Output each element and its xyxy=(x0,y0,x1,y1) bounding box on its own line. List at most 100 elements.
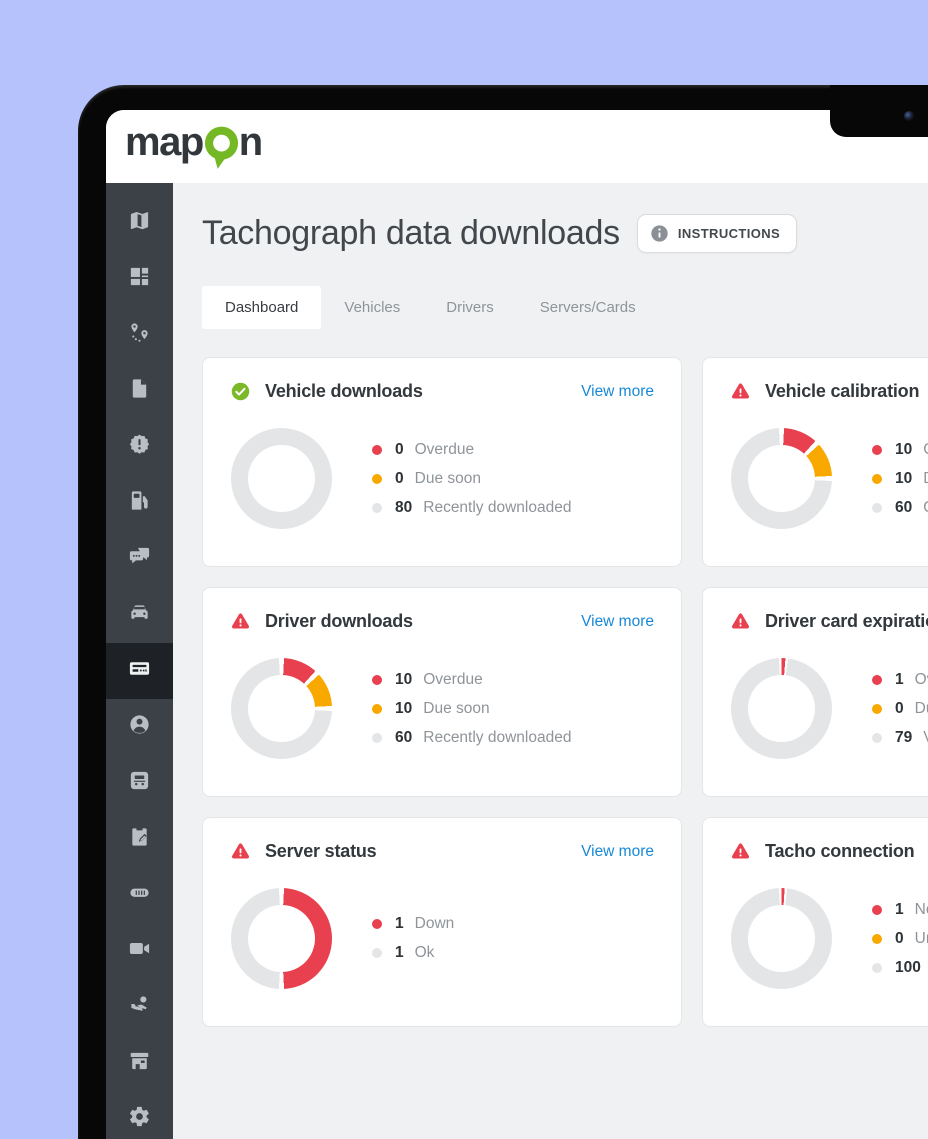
legend-label: Ok xyxy=(415,944,435,962)
card-header: Tacho connection xyxy=(730,841,928,862)
sidebar-item-messages[interactable] xyxy=(106,531,173,587)
logo-text-pre: map xyxy=(125,122,203,162)
legend-item: 100 Ok xyxy=(872,959,928,977)
routes-icon xyxy=(128,321,151,349)
legend-item: 80 Recently downloaded xyxy=(372,499,571,517)
legend-item: 1 No connection xyxy=(872,901,928,919)
card-title: Tacho connection xyxy=(765,841,914,862)
card-header: Server status View more xyxy=(230,841,654,862)
page-title: Tachograph data downloads xyxy=(202,214,620,253)
tasks-icon xyxy=(128,825,151,853)
legend: 1 Overdue 0 Due soon 79 Valid xyxy=(872,671,928,747)
screen: map n xyxy=(106,110,928,1139)
tab-drivers[interactable]: Drivers xyxy=(423,286,517,329)
sidebar-item-dashboard[interactable] xyxy=(106,251,173,307)
legend-label: Down xyxy=(415,915,455,933)
legend-dot xyxy=(872,733,882,743)
legend-value: 10 xyxy=(395,700,412,718)
legend-item: 79 Valid xyxy=(872,729,928,747)
sidebar-item-camera[interactable] xyxy=(106,923,173,979)
card-driver-card-expiration: Driver card expiration 1 Overdue 0 Due s… xyxy=(702,587,928,797)
card-title: Driver card expiration xyxy=(765,611,928,632)
card-body: 1 Down 1 Ok xyxy=(230,888,654,989)
warning-triangle-icon xyxy=(730,841,751,862)
legend-dot xyxy=(872,963,882,973)
legend-item: 0 Overdue xyxy=(372,441,571,459)
sidebar-item-fleet[interactable] xyxy=(106,755,173,811)
legend-item: 1 Ok xyxy=(372,944,454,962)
sidebar-item-drivers[interactable] xyxy=(106,699,173,755)
legend-item: 0 Due soon xyxy=(872,700,928,718)
camera-notch xyxy=(830,85,928,137)
sidebar-item-alerts[interactable] xyxy=(106,419,173,475)
tachograph-icon xyxy=(128,657,151,685)
app-header: map n xyxy=(106,110,928,183)
instructions-button[interactable]: INSTRUCTIONS xyxy=(637,214,797,253)
card-header: Vehicle downloads View more xyxy=(230,381,654,402)
donut-chart xyxy=(231,658,332,759)
warning-triangle-icon xyxy=(730,381,751,402)
tab-vehicles[interactable]: Vehicles xyxy=(321,286,423,329)
legend-dot xyxy=(372,474,382,484)
reader-icon xyxy=(128,881,151,909)
legend-item: 1 Overdue xyxy=(872,671,928,689)
garage-icon xyxy=(128,1049,151,1077)
legend-label: Valid xyxy=(923,729,928,747)
cards-grid: Vehicle downloads View more 0 Overdue 0 … xyxy=(202,357,928,1027)
sidebar-item-tasks[interactable] xyxy=(106,811,173,867)
tab-servers-cards[interactable]: Servers/Cards xyxy=(517,286,659,329)
legend-dot xyxy=(872,503,882,513)
sidebar-item-tachograph[interactable] xyxy=(106,643,173,699)
card-body: 1 No connection 0 Unstable 100 Ok xyxy=(730,888,928,989)
legend-dot xyxy=(872,905,882,915)
legend-item: 1 Down xyxy=(372,915,454,933)
legend-label: Overdue xyxy=(923,441,928,459)
main-content: Tachograph data downloads INSTRUCTIONS D… xyxy=(173,183,928,1139)
legend-label: No connection xyxy=(915,901,928,919)
legend: 10 Overdue 10 Due soon 60 Recently downl… xyxy=(372,671,571,747)
legend-dot xyxy=(372,948,382,958)
legend-dot xyxy=(372,733,382,743)
legend-value: 0 xyxy=(395,470,404,488)
sidebar-item-documents[interactable] xyxy=(106,363,173,419)
card-title: Driver downloads xyxy=(265,611,413,632)
sidebar-item-routes[interactable] xyxy=(106,307,173,363)
legend-label: Due soon xyxy=(423,700,489,718)
legend-value: 60 xyxy=(395,729,412,747)
fleet-icon xyxy=(128,769,151,797)
legend-value: 1 xyxy=(395,944,404,962)
fuel-icon xyxy=(128,489,151,517)
title-row: Tachograph data downloads INSTRUCTIONS xyxy=(202,214,928,253)
legend-label: Recently downloaded xyxy=(423,499,571,517)
legend-label: Ok xyxy=(923,499,928,517)
legend-item: 10 Due soon xyxy=(372,700,571,718)
legend-dot xyxy=(372,445,382,455)
view-more-link[interactable]: View more xyxy=(581,383,654,401)
card-vehicle-downloads: Vehicle downloads View more 0 Overdue 0 … xyxy=(202,357,682,567)
sidebar-item-garage[interactable] xyxy=(106,1035,173,1091)
view-more-link[interactable]: View more xyxy=(581,843,654,861)
legend-label: Recently downloaded xyxy=(423,729,571,747)
card-title: Server status xyxy=(265,841,376,862)
view-more-link[interactable]: View more xyxy=(581,613,654,631)
device-bezel: map n xyxy=(78,85,928,1139)
warning-triangle-icon xyxy=(230,611,251,632)
legend-dot xyxy=(872,934,882,944)
settings-icon xyxy=(128,1105,151,1133)
sidebar-item-map[interactable] xyxy=(106,195,173,251)
sidebar-item-settings[interactable] xyxy=(106,1091,173,1139)
legend-value: 10 xyxy=(395,671,412,689)
sidebar-item-reader[interactable] xyxy=(106,867,173,923)
sidebar-item-service[interactable] xyxy=(106,979,173,1035)
sidebar-item-fuel[interactable] xyxy=(106,475,173,531)
tab-dashboard[interactable]: Dashboard xyxy=(202,286,321,329)
camera-icon xyxy=(128,937,151,965)
sidebar-item-vehicles[interactable] xyxy=(106,587,173,643)
mapon-logo[interactable]: map n xyxy=(125,122,262,171)
card-header: Driver downloads View more xyxy=(230,611,654,632)
card-tacho-connection: Tacho connection 1 No connection 0 Unsta… xyxy=(702,817,928,1027)
legend: 1 Down 1 Ok xyxy=(372,915,454,962)
legend-item: 0 Unstable xyxy=(872,930,928,948)
legend-item: 60 Recently downloaded xyxy=(372,729,571,747)
legend-value: 10 xyxy=(895,441,912,459)
